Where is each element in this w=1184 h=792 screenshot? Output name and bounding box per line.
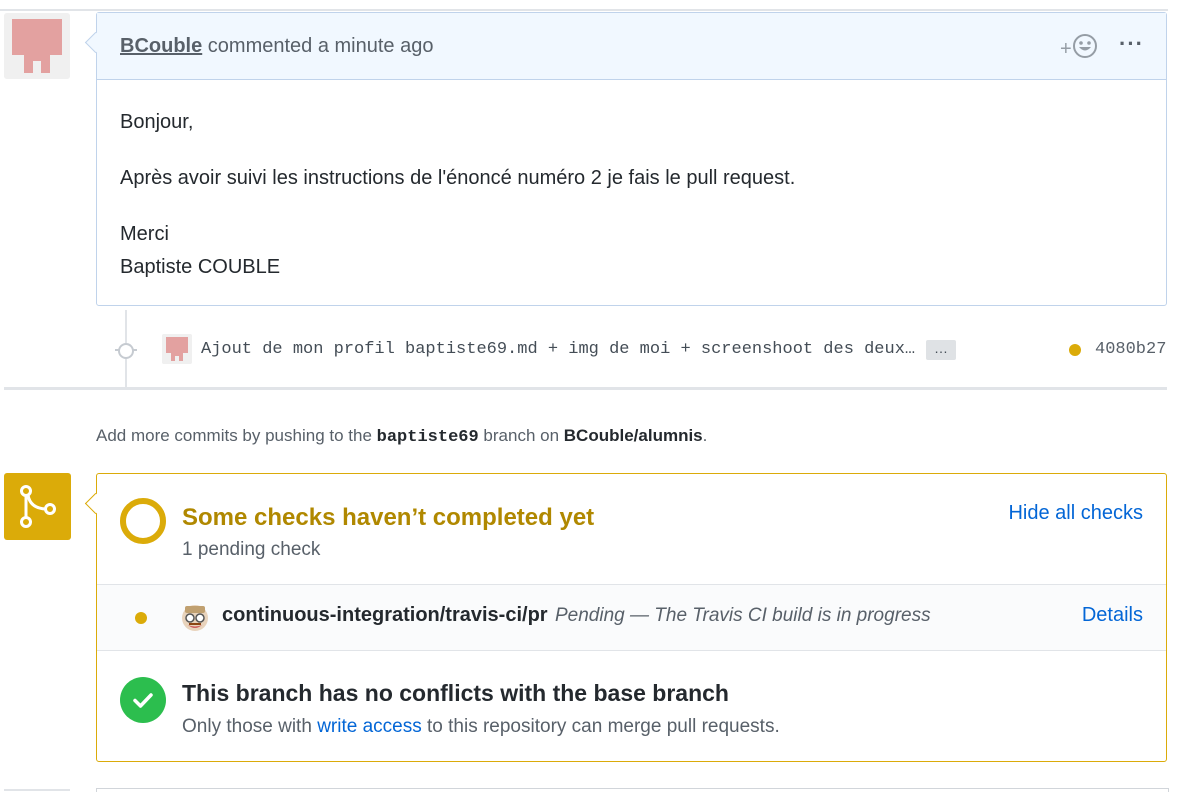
checks-subtitle: 1 pending check — [182, 539, 321, 560]
push-hint-suffix: . — [702, 426, 708, 445]
check-details-link[interactable]: Details — [1082, 604, 1143, 627]
comment-byline: BCouble commented a minute ago — [120, 35, 433, 58]
commit-expand-button[interactable]: … — [926, 340, 956, 360]
author-avatar[interactable] — [4, 13, 70, 79]
comment-signoff: Merci — [120, 223, 169, 245]
timeline-top-divider — [0, 9, 1168, 11]
comment-header: BCouble commented a minute ago + ··· — [97, 13, 1166, 80]
conflict-title: This branch has no conflicts with the ba… — [182, 680, 729, 706]
comment-box: BCouble commented a minute ago + ··· Bon… — [84, 12, 1167, 306]
repo-name: BCouble/alumnis — [563, 426, 703, 445]
checks-title: Some checks haven’t completed yet — [182, 504, 595, 531]
checks-summary: Some checks haven’t completed yet 1 pend… — [97, 474, 1166, 585]
comment-paragraph: Après avoir suivi les instructions de l'… — [120, 167, 796, 189]
commit-sha-link[interactable]: 4080b27 — [1095, 340, 1166, 359]
push-hint: Add more commits by pushing to the bapti… — [96, 426, 707, 447]
comment-author-link[interactable]: BCouble — [120, 35, 202, 57]
success-status-icon — [120, 677, 166, 723]
next-box-edge — [96, 788, 1169, 792]
check-name: continuous-integration/travis-ci/pr — [222, 604, 548, 626]
commit-author-avatar[interactable] — [162, 334, 192, 364]
merge-status-box: Some checks haven’t completed yet 1 pend… — [84, 473, 1167, 762]
git-commit-icon-dot — [118, 343, 134, 359]
conflict-subtitle: Only those with write access to this rep… — [182, 716, 780, 738]
merge-conflict-status: This branch has no conflicts with the ba… — [97, 651, 1166, 759]
commit-status-pending-icon[interactable] — [1069, 344, 1081, 356]
conflict-sub-suffix: to this repository can merge pull reques… — [427, 716, 780, 737]
push-hint-middle: branch on — [483, 426, 560, 445]
conflict-sub-prefix: Only those with — [182, 716, 312, 737]
check-description: Pending — The Travis CI build is in prog… — [555, 605, 931, 626]
comment-timestamp[interactable]: commented a minute ago — [208, 35, 434, 57]
comment-signature: Baptiste COUBLE — [120, 256, 281, 278]
git-merge-icon — [20, 485, 56, 528]
check-row: continuous-integration/travis-ci/pr Pend… — [97, 585, 1166, 651]
check-pending-dot-icon — [135, 612, 147, 624]
travis-ci-icon[interactable] — [180, 602, 210, 632]
timeline-divider — [4, 387, 1167, 390]
comment-greeting: Bonjour, — [120, 111, 194, 133]
hide-all-checks-link[interactable]: Hide all checks — [1008, 502, 1143, 525]
comment-body: Bonjour, Après avoir suivi les instructi… — [97, 106, 1166, 284]
branch-name: baptiste69 — [376, 428, 479, 447]
add-reaction-plus: + — [1060, 38, 1072, 60]
smiley-icon — [1072, 34, 1097, 58]
check-icon — [133, 693, 153, 708]
git-merge-icon-box — [4, 473, 71, 540]
pending-status-icon — [120, 498, 166, 544]
commit-message-link[interactable]: Ajout de mon profil baptiste69.md + img … — [201, 340, 915, 359]
comment-options-button[interactable]: ··· — [1119, 31, 1144, 57]
push-hint-prefix: Add more commits by pushing to the — [96, 426, 372, 445]
write-access-link[interactable]: write access — [317, 716, 422, 737]
add-reaction-button[interactable]: + — [1060, 33, 1098, 61]
